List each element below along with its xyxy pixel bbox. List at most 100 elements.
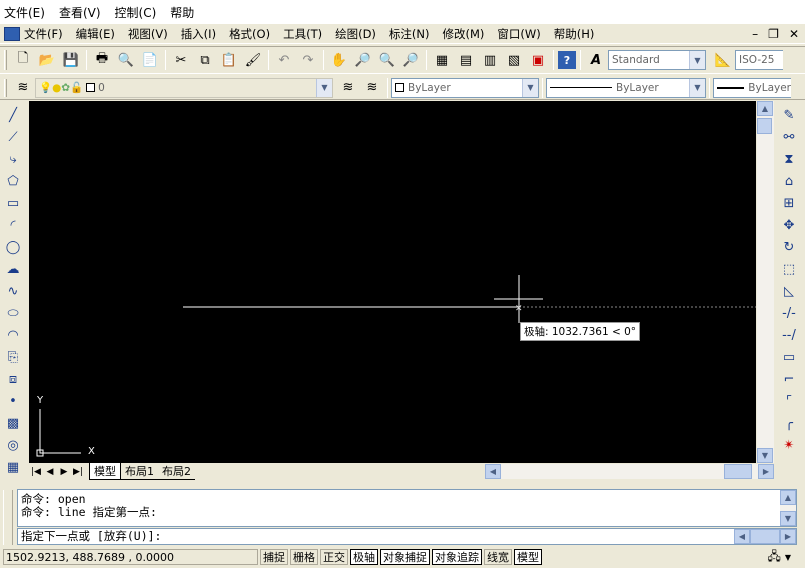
last-tab-icon[interactable]: ▶| [71, 467, 85, 477]
drawing-canvas[interactable]: ✕ Y X 极轴: 1032.7361 < 0° [29, 101, 756, 463]
model-toggle[interactable]: 模型 [514, 549, 542, 565]
sheet-set-icon[interactable]: ▧ [503, 49, 525, 71]
properties-icon[interactable]: ▦ [431, 49, 453, 71]
table-icon[interactable]: ▦ [2, 456, 24, 478]
lineweight-select[interactable]: ByLayer [713, 77, 791, 98]
revision-cloud-icon[interactable]: ☁ [2, 258, 24, 280]
menu-dimension[interactable]: 标注(N) [389, 26, 430, 42]
ortho-toggle[interactable]: 正交 [320, 549, 348, 565]
arc-icon[interactable]: ◜ [2, 214, 24, 236]
menu-format[interactable]: 格式(O) [229, 26, 270, 42]
next-tab-icon[interactable]: ▶ [57, 467, 71, 477]
scroll-right-icon[interactable]: ▶ [780, 529, 796, 544]
paste-icon[interactable]: 📋 [218, 49, 240, 71]
print-preview-icon[interactable]: 🔍 [115, 49, 137, 71]
make-current-layer-icon[interactable]: ≋ [337, 77, 359, 99]
otrack-toggle[interactable]: 对象追踪 [432, 549, 482, 565]
open-icon[interactable]: 📂 [36, 49, 58, 71]
menu-help[interactable]: 帮助(H) [554, 26, 595, 42]
construction-line-icon[interactable]: ⟋ [2, 126, 24, 148]
save-icon[interactable]: 💾 [60, 49, 82, 71]
scroll-left-icon[interactable]: ◀ [485, 464, 501, 479]
line-icon[interactable]: ╱ [2, 104, 24, 126]
circle-icon[interactable]: ◯ [2, 236, 24, 258]
markup-icon[interactable]: ▣ [527, 49, 549, 71]
color-select[interactable]: ByLayer ▼ [391, 77, 539, 98]
linetype-select[interactable]: ByLayer ▼ [546, 77, 706, 98]
layer-manager-icon[interactable]: ≋ [12, 77, 34, 99]
insert-block-icon[interactable]: ⎘ [2, 346, 24, 368]
break-icon[interactable]: ⌐ [778, 368, 800, 390]
osnap-toggle[interactable]: 对象捕捉 [380, 549, 430, 565]
close-button[interactable]: ✕ [789, 27, 799, 41]
explode-icon[interactable]: ✴ [778, 434, 800, 456]
redo-icon[interactable]: ↷ [297, 49, 319, 71]
app-menu-file[interactable]: 文件(E) [4, 4, 45, 21]
print-icon[interactable]: 🖶 [91, 49, 113, 71]
rotate-icon[interactable]: ↻ [778, 236, 800, 258]
layer-previous-icon[interactable]: ≋ [361, 77, 383, 99]
menu-edit[interactable]: 编辑(E) [76, 26, 115, 42]
polar-toggle[interactable]: 极轴 [350, 549, 378, 565]
prev-tab-icon[interactable]: ◀ [43, 467, 57, 477]
scroll-thumb[interactable] [757, 118, 772, 134]
scroll-down-icon[interactable]: ▼ [780, 511, 796, 526]
first-tab-icon[interactable]: |◀ [29, 467, 43, 477]
mirror-icon[interactable]: ⧗ [778, 148, 800, 170]
hatch-icon[interactable]: ▩ [2, 412, 24, 434]
menu-tools[interactable]: 工具(T) [283, 26, 322, 42]
communication-center-icon[interactable]: 🖧 [767, 547, 780, 568]
fillet-icon[interactable]: ╭ [778, 412, 800, 434]
tool-palettes-icon[interactable]: ▥ [479, 49, 501, 71]
tab-layout2[interactable]: 布局2 [158, 463, 195, 480]
coordinates-readout[interactable]: 1502.9213, 488.7689 , 0.0000 [3, 549, 258, 565]
undo-icon[interactable]: ↶ [273, 49, 295, 71]
toolbar-grip[interactable] [4, 78, 7, 97]
trim-icon[interactable]: -/- [778, 302, 800, 324]
ellipse-arc-icon[interactable]: ◠ [2, 324, 24, 346]
polygon-icon[interactable]: ⬠ [2, 170, 24, 192]
command-scrollbar[interactable]: ▲ ▼ [780, 490, 796, 526]
array-icon[interactable]: ⊞ [778, 192, 800, 214]
app-menu-control[interactable]: 控制(C) [115, 4, 157, 21]
h-scroll-thumb[interactable] [724, 464, 752, 479]
dim-style-select[interactable]: ISO-25 [735, 50, 783, 70]
zoom-previous-icon[interactable]: 🔎 [400, 49, 422, 71]
menu-window[interactable]: 窗口(W) [497, 26, 540, 42]
ellipse-icon[interactable]: ⬭ [2, 302, 24, 324]
scroll-down-icon[interactable]: ▼ [757, 448, 773, 463]
new-icon[interactable]: 🗋 [12, 49, 34, 71]
extend-icon[interactable]: --/ [778, 324, 800, 346]
app-menu-help[interactable]: 帮助 [170, 4, 194, 21]
point-icon[interactable]: • [2, 390, 24, 412]
chamfer-icon[interactable]: ⌜ [778, 390, 800, 412]
rectangle-icon[interactable]: ▭ [2, 192, 24, 214]
break-at-point-icon[interactable]: ▭ [778, 346, 800, 368]
grid-toggle[interactable]: 栅格 [290, 549, 318, 565]
scroll-up-icon[interactable]: ▲ [780, 490, 796, 505]
app-menu-view[interactable]: 查看(V) [59, 4, 101, 21]
snap-toggle[interactable]: 捕捉 [260, 549, 288, 565]
menu-view[interactable]: 视图(V) [128, 26, 168, 42]
menu-file[interactable]: 文件(F) [24, 26, 63, 42]
stretch-icon[interactable]: ◺ [778, 280, 800, 302]
cmd-scroll-thumb[interactable] [750, 529, 780, 544]
scroll-up-icon[interactable]: ▲ [757, 101, 773, 116]
move-icon[interactable]: ✥ [778, 214, 800, 236]
zoom-realtime-icon[interactable]: 🔎 [352, 49, 374, 71]
polyline-icon[interactable]: ⤷ [2, 148, 24, 170]
pan-icon[interactable]: ✋ [328, 49, 350, 71]
toolbar-grip[interactable] [4, 50, 7, 70]
status-menu-icon[interactable]: ▼ [785, 553, 791, 562]
command-window-grip[interactable] [3, 490, 13, 545]
text-style-icon[interactable]: A [585, 49, 607, 71]
design-center-icon[interactable]: ▤ [455, 49, 477, 71]
command-line-scroll[interactable]: ◀ ▶ [734, 529, 796, 544]
lineweight-toggle[interactable]: 线宽 [484, 549, 512, 565]
copy-object-icon[interactable]: ⚯ [778, 126, 800, 148]
minimize-button[interactable]: – [752, 27, 758, 41]
text-style-select[interactable]: Standard ▼ [608, 50, 706, 70]
make-block-icon[interactable]: ⧈ [2, 368, 24, 390]
erase-icon[interactable]: ✎ [778, 104, 800, 126]
app-logo-icon[interactable] [4, 26, 20, 41]
